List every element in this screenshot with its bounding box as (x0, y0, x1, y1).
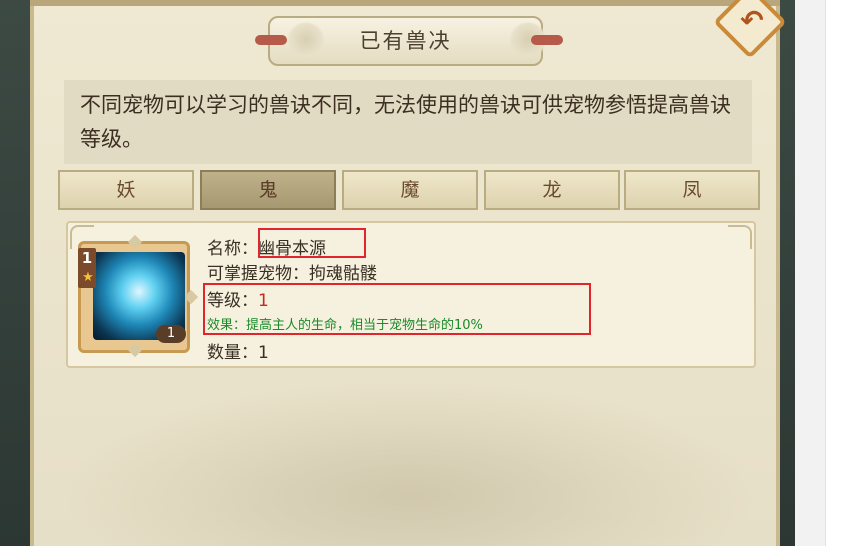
description-text: 不同宠物可以学习的兽诀不同，无法使用的兽诀可供宠物参悟提高兽诀等级。 (64, 80, 752, 164)
side-gutter (795, 0, 825, 546)
panel-rim (30, 0, 780, 6)
tab-feng[interactable]: 凤 (624, 170, 760, 210)
star-icon: ★ (82, 270, 94, 285)
tab-mo[interactable]: 魔 (342, 170, 478, 210)
panel-background-haze (60, 380, 760, 546)
quantity-row: 数量：1 (207, 338, 269, 363)
tab-gui[interactable]: 鬼 (200, 170, 336, 210)
level-effect-highlight-box (203, 283, 591, 335)
name-highlight-box (258, 228, 366, 258)
page-title: 已有兽决 (359, 29, 452, 53)
pet-value: 拘魂骷髅 (309, 264, 377, 284)
count-badge: 1 (156, 325, 186, 343)
quantity-value: 1 (258, 343, 269, 363)
card-corner-ornament (728, 225, 752, 249)
star-level-number: 1 (81, 249, 93, 267)
name-label: 名称： (207, 239, 258, 259)
pet-row: 可掌握宠物：拘魂骷髅 (207, 259, 377, 284)
tab-yao[interactable]: 妖 (58, 170, 194, 210)
back-arrow-icon: ↶ (740, 4, 764, 37)
tab-long[interactable]: 龙 (484, 170, 620, 210)
side-divider (825, 0, 826, 546)
category-tabs: 妖 鬼 魔 龙 凤 (58, 170, 760, 212)
quantity-label: 数量： (207, 343, 258, 363)
pet-label: 可掌握宠物： (207, 264, 309, 284)
